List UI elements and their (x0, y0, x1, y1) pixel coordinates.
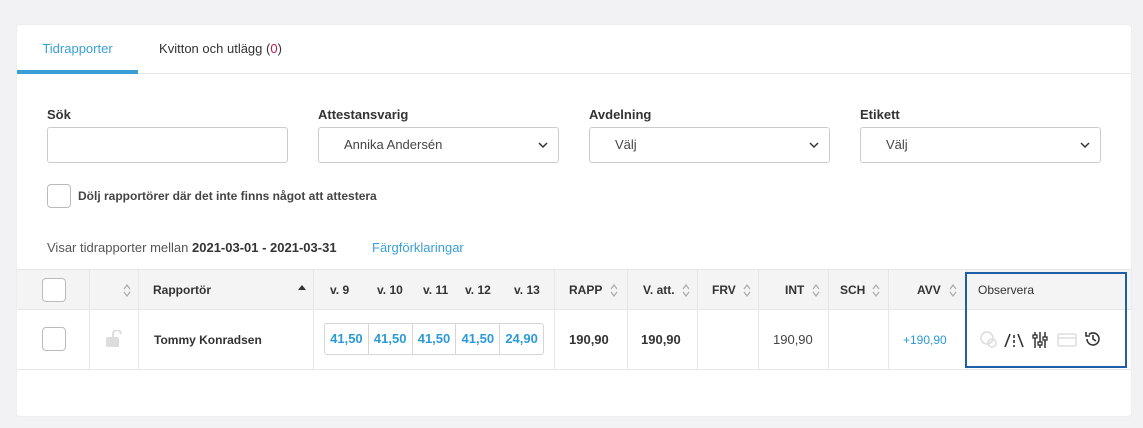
color-legend-link[interactable]: Färgförklaringar (372, 240, 464, 255)
sort-icon[interactable] (743, 284, 751, 297)
week-9-value[interactable]: 41,50 (325, 324, 369, 354)
header-int[interactable]: INT (785, 270, 804, 311)
header-frv[interactable]: FRV (712, 270, 736, 311)
attest-value: Annika Andersén (344, 137, 443, 152)
column-divider (758, 270, 759, 311)
tab-count: 0 (270, 41, 278, 56)
tab-tidrapporter[interactable]: Tidrapporter (17, 25, 138, 74)
tab-kvitton[interactable]: Kvitton och utlägg (0) (138, 25, 303, 74)
week-values: 41,50 41,50 41,50 41,50 24,90 (324, 323, 544, 355)
column-divider (627, 270, 628, 311)
search-label: Sök (47, 107, 71, 122)
column-divider (828, 310, 829, 370)
row-reporter-name[interactable]: Tommy Konradsen (154, 310, 262, 370)
column-divider (828, 270, 829, 311)
unlock-icon[interactable] (104, 330, 124, 348)
chevron-down-icon (809, 142, 819, 149)
column-divider (313, 270, 314, 311)
column-divider (888, 310, 889, 370)
chevron-down-icon (538, 142, 548, 149)
sort-icon[interactable] (872, 284, 880, 297)
date-range-text: Visar tidrapporter mellan 2021-03-01 - 2… (47, 240, 337, 255)
attest-label: Attestansvarig (318, 107, 409, 122)
sort-icon[interactable] (610, 284, 618, 297)
dept-label: Avdelning (589, 107, 652, 122)
sort-asc-icon[interactable] (298, 284, 306, 297)
adjustments-icon[interactable] (1032, 331, 1048, 349)
tab-kvitton-label: Kvitton och utlägg (159, 41, 263, 56)
timesheet-card: Tidrapporter Kvitton och utlägg (0) Sök … (17, 25, 1131, 416)
column-divider (554, 310, 555, 370)
hide-reporters-label: Dölj rapportörer där det inte finns någo… (78, 189, 377, 203)
dept-select[interactable]: Välj (589, 127, 830, 163)
sort-icon[interactable] (123, 284, 131, 297)
attest-select[interactable]: Annika Andersén (318, 127, 559, 163)
chevron-down-icon (1080, 142, 1090, 149)
header-week-9[interactable]: v. 9 (330, 270, 349, 311)
column-divider (966, 270, 967, 311)
tag-select[interactable]: Välj (860, 127, 1101, 163)
row-int: 190,90 (773, 332, 813, 347)
row-rapp: 190,90 (569, 332, 609, 347)
header-avv[interactable]: AVV (917, 270, 941, 311)
column-divider (758, 310, 759, 370)
row-avv[interactable]: +190,90 (903, 310, 947, 370)
header-sch[interactable]: SCH (840, 270, 865, 311)
week-12-value[interactable]: 41,50 (456, 324, 501, 354)
header-observe: Observera (978, 283, 1035, 297)
sort-icon[interactable] (812, 284, 820, 297)
history-icon[interactable] (1084, 330, 1102, 348)
approval-status-icon[interactable] (979, 330, 999, 350)
week-11-value[interactable]: 41,50 (413, 324, 457, 354)
tag-value: Välj (886, 137, 908, 152)
column-divider (313, 310, 314, 370)
header-week-11[interactable]: v. 11 (423, 270, 448, 311)
header-week-13[interactable]: v. 13 (514, 270, 540, 311)
sort-icon[interactable] (682, 284, 690, 297)
row-select-checkbox[interactable] (42, 327, 66, 351)
column-divider (138, 310, 139, 370)
tab-count-close: ) (277, 41, 282, 56)
column-divider (554, 270, 555, 311)
column-divider (89, 310, 90, 370)
tag-label: Etikett (860, 107, 900, 122)
select-all-checkbox[interactable] (42, 278, 66, 302)
date-range-dates: 2021-03-01 - 2021-03-31 (192, 240, 337, 255)
column-divider (138, 270, 139, 311)
column-divider (89, 270, 90, 311)
table-row: Tommy Konradsen 41,50 41,50 41,50 41,50 … (17, 310, 1131, 370)
distance-icon[interactable] (1004, 332, 1024, 348)
card-icon[interactable] (1057, 332, 1077, 348)
date-range-prefix: Visar tidrapporter mellan (47, 240, 192, 255)
header-rapp[interactable]: RAPP (569, 270, 602, 311)
header-vatt[interactable]: V. att. (643, 270, 675, 311)
table-header: Rapportör v. 9 v. 10 v. 11 v. 12 v. 13 R… (17, 269, 1131, 311)
search-input[interactable] (47, 127, 288, 163)
week-13-value[interactable]: 24,90 (500, 324, 543, 354)
week-10-value[interactable]: 41,50 (369, 324, 413, 354)
column-divider (627, 310, 628, 370)
dept-value: Välj (615, 137, 637, 152)
sort-icon[interactable] (949, 284, 957, 297)
column-divider (888, 270, 889, 311)
header-reporter[interactable]: Rapportör (153, 270, 211, 311)
column-divider (697, 310, 698, 370)
column-divider (697, 270, 698, 311)
hide-reporters-checkbox[interactable] (47, 184, 71, 208)
header-week-12[interactable]: v. 12 (465, 270, 491, 311)
tab-bar: Tidrapporter Kvitton och utlägg (0) (17, 25, 1131, 74)
row-vatt: 190,90 (641, 332, 681, 347)
column-divider (966, 310, 967, 370)
header-week-10[interactable]: v. 10 (377, 270, 403, 311)
